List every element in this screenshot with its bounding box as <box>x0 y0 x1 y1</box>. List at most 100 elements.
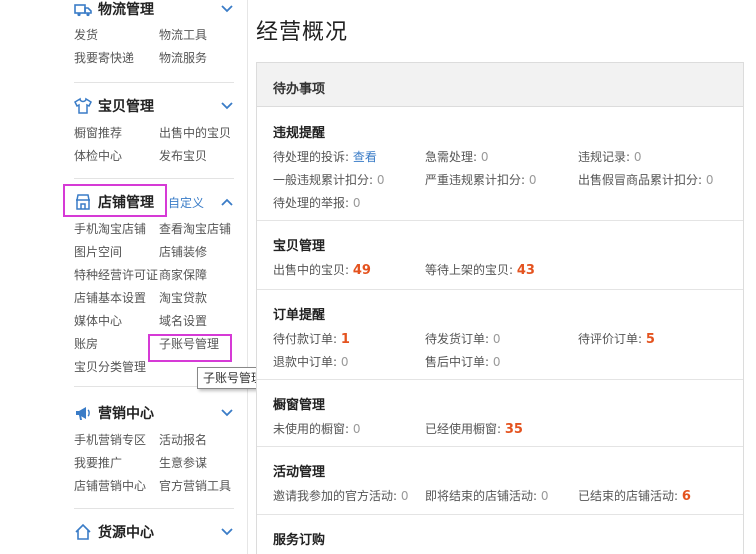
item-label: 待处理的举报: <box>273 196 350 210</box>
sidebar-link[interactable]: 店铺营销中心 <box>74 479 146 493</box>
section-header-source[interactable]: 货源中心 <box>66 521 238 543</box>
item-label: 等待上架的宝贝: <box>425 263 514 277</box>
unpaid-item[interactable]: 待付款订单: 1 <box>273 332 350 347</box>
unused-showcase-item[interactable]: 未使用的橱窗: 0 <box>273 422 361 436</box>
section-title: 宝贝管理 <box>98 99 154 115</box>
item-value: 0 <box>633 150 642 164</box>
item-value: 0 <box>528 173 537 187</box>
sidebar-link[interactable]: 手机营销专区 <box>74 433 146 447</box>
chevron-down-icon[interactable] <box>220 525 234 539</box>
sidebar-link[interactable]: 出售中的宝贝 <box>159 126 231 140</box>
unshipped-item[interactable]: 待发货订单: 0 <box>425 332 501 346</box>
sidebar-link[interactable]: 媒体中心 <box>74 314 122 328</box>
item-value: 1 <box>340 332 350 347</box>
annotation-highlight-subaccount <box>148 334 232 362</box>
item-label: 待评价订单: <box>578 332 643 346</box>
sidebar-link[interactable]: 我要推广 <box>74 456 122 470</box>
sidebar-link[interactable]: 查看淘宝店铺 <box>159 222 231 236</box>
block-title: 服务订购 <box>273 533 326 548</box>
record-item[interactable]: 违规记录: 0 <box>578 150 642 164</box>
sidebar-link[interactable]: 店铺装修 <box>159 245 207 259</box>
used-showcase-item[interactable]: 已经使用橱窗: 35 <box>425 422 523 437</box>
section-title: 货源中心 <box>98 525 154 541</box>
sidebar-link[interactable]: 官方营销工具 <box>159 479 231 493</box>
service-block: 服务订购 <box>257 515 743 554</box>
unrated-item[interactable]: 待评价订单: 5 <box>578 332 655 347</box>
block-title: 活动管理 <box>273 465 326 480</box>
block-title: 宝贝管理 <box>273 239 326 254</box>
panel-header: 待办事项 <box>257 63 743 107</box>
section-header-logistics[interactable]: 物流管理 <box>66 0 238 20</box>
item-label: 待处理的投诉: <box>273 150 350 164</box>
report-item[interactable]: 待处理的举报: 0 <box>273 196 361 210</box>
item-value: 43 <box>516 263 535 278</box>
sidebar: 物流管理 发货 物流工具 我要寄快递 物流服务 宝贝管理 橱窗推荐 出售中的宝贝… <box>0 0 248 554</box>
chevron-down-icon[interactable] <box>220 2 234 16</box>
truck-icon <box>74 4 92 17</box>
sidebar-link[interactable]: 发货 <box>74 28 98 42</box>
item-label: 急需处理: <box>425 150 478 164</box>
item-value: 6 <box>681 489 691 504</box>
waiting-item[interactable]: 等待上架的宝贝: 43 <box>425 263 535 278</box>
serious-violation-item[interactable]: 严重违规累计扣分: 0 <box>425 173 537 187</box>
refund-item[interactable]: 退款中订单: 0 <box>273 355 349 369</box>
on-sale-item[interactable]: 出售中的宝贝: 49 <box>273 263 371 278</box>
sidebar-link[interactable]: 橱窗推荐 <box>74 126 122 140</box>
block-title: 违规提醒 <box>273 126 326 141</box>
section-title: 物流管理 <box>98 2 154 18</box>
invite-activity-item[interactable]: 邀请我参加的官方活动: 0 <box>273 489 409 503</box>
chevron-up-icon[interactable] <box>220 195 234 209</box>
fake-goods-item[interactable]: 出售假冒商品累计扣分: 0 <box>578 173 714 187</box>
sidebar-link[interactable]: 活动报名 <box>159 433 207 447</box>
sidebar-link[interactable]: 商家保障 <box>159 268 207 282</box>
item-label: 出售假冒商品累计扣分: <box>578 173 703 187</box>
general-violation-item[interactable]: 一般违规累计扣分: 0 <box>273 173 385 187</box>
sidebar-link[interactable]: 生意参谋 <box>159 456 207 470</box>
sidebar-link[interactable]: 宝贝分类管理 <box>74 360 146 374</box>
block-title: 订单提醒 <box>273 308 326 323</box>
item-label: 一般违规累计扣分: <box>273 173 374 187</box>
sidebar-link[interactable]: 图片空间 <box>74 245 122 259</box>
orders-block: 订单提醒 待付款订单: 1 待发货订单: 0 待评价订单: 5 退款中订单: 0… <box>257 290 743 380</box>
section-header-marketing[interactable]: 营销中心 <box>66 402 238 424</box>
complaints-item: 待处理的投诉: 查看 <box>273 150 377 164</box>
activity-block: 活动管理 邀请我参加的官方活动: 0 即将结束的店铺活动: 0 已结束的店铺活动… <box>257 447 743 515</box>
sidebar-link[interactable]: 域名设置 <box>159 314 207 328</box>
sidebar-link[interactable]: 发布宝贝 <box>159 149 207 163</box>
item-label: 严重违规累计扣分: <box>425 173 526 187</box>
sidebar-link[interactable]: 我要寄快递 <box>74 51 134 65</box>
ending-activity-item[interactable]: 即将结束的店铺活动: 0 <box>425 489 549 503</box>
item-label: 待付款订单: <box>273 332 338 346</box>
sidebar-link[interactable]: 账房 <box>74 337 98 351</box>
customize-link[interactable]: 自定义 <box>168 194 204 211</box>
showcase-block: 橱窗管理 未使用的橱窗: 0 已经使用橱窗: 35 <box>257 380 743 447</box>
sidebar-link[interactable]: 体检中心 <box>74 149 122 163</box>
aftersale-item[interactable]: 售后中订单: 0 <box>425 355 501 369</box>
sidebar-link[interactable]: 特种经营许可证 <box>74 268 158 282</box>
sidebar-section-marketing: 营销中心 手机营销专区 活动报名 我要推广 生意参谋 店铺营销中心 官方营销工具 <box>66 402 238 493</box>
sidebar-section-source: 货源中心 <box>66 521 238 543</box>
item-label: 待发货订单: <box>425 332 490 346</box>
chevron-down-icon[interactable] <box>220 99 234 113</box>
chevron-down-icon[interactable] <box>220 406 234 420</box>
item-label: 出售中的宝贝: <box>273 263 350 277</box>
item-value: 0 <box>492 355 501 369</box>
panel-title: 待办事项 <box>273 82 326 97</box>
view-link[interactable]: 查看 <box>353 150 377 164</box>
item-value: 0 <box>705 173 714 187</box>
item-label: 即将结束的店铺活动: <box>425 489 538 503</box>
sidebar-link[interactable]: 店铺基本设置 <box>74 291 146 305</box>
item-value: 0 <box>352 196 361 210</box>
divider <box>74 178 234 179</box>
item-label: 已结束的店铺活动: <box>578 489 679 503</box>
urgent-item[interactable]: 急需处理: 0 <box>425 150 489 164</box>
section-header-items[interactable]: 宝贝管理 <box>66 95 238 117</box>
item-value: 0 <box>340 355 349 369</box>
sidebar-link[interactable]: 物流服务 <box>159 51 207 65</box>
house-icon <box>75 523 91 540</box>
ended-activity-item[interactable]: 已结束的店铺活动: 6 <box>578 489 691 504</box>
sidebar-link[interactable]: 手机淘宝店铺 <box>74 222 146 236</box>
sidebar-link[interactable]: 物流工具 <box>159 28 207 42</box>
sidebar-link[interactable]: 淘宝贷款 <box>159 291 207 305</box>
block-title: 橱窗管理 <box>273 398 326 413</box>
